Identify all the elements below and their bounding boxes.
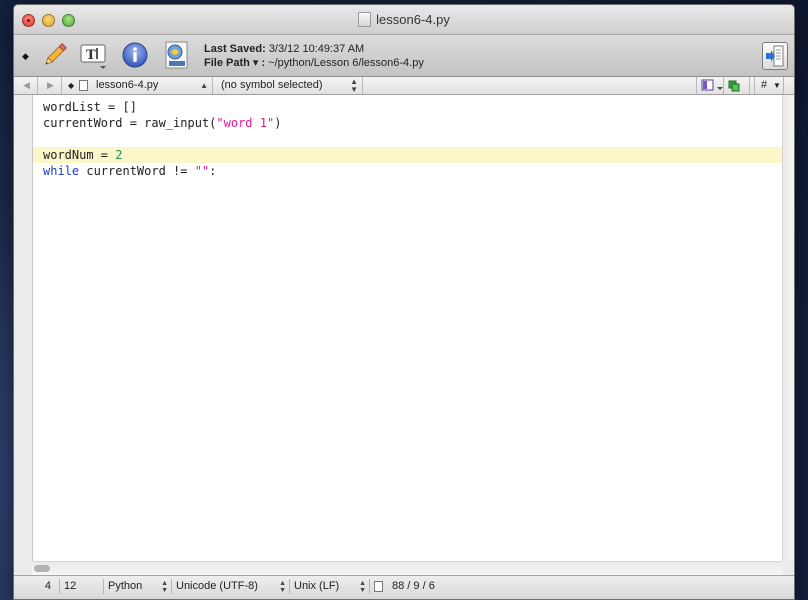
document-stats[interactable]: 88 / 9 / 6 (370, 579, 454, 594)
file-path-value: ~/python/Lesson 6/lesson6-4.py (268, 57, 424, 69)
horizontal-scrollbar[interactable] (32, 561, 782, 575)
status-bar: 4 12 Python ▲ ▼ Unicode (UTF-8) ▲ ▼ Unix (… (14, 575, 794, 599)
title-bar[interactable]: lesson6-4.py (14, 5, 794, 35)
code-line[interactable]: while currentWord != "": (43, 163, 783, 179)
bookmark-icon (701, 79, 723, 91)
save-info-panel: Last Saved: 3/3/12 10:49:37 AM File Path… (204, 42, 424, 70)
string-literal: "" (194, 164, 210, 178)
toolbar: ◆ T Last Saved: 3/3/12 10:49:37 AM File … (14, 35, 794, 77)
code-token: : (209, 164, 217, 178)
language-label: Python (108, 580, 143, 592)
sidebar-toggle-button[interactable] (762, 42, 788, 70)
editor-gutter (14, 95, 32, 561)
updown-arrows-icon: ▲ ▼ (359, 580, 366, 594)
updown-arrows-icon: ▲ ▼ (161, 580, 168, 594)
last-saved-label: Last Saved: (204, 43, 266, 55)
line-value: 4 (44, 580, 51, 592)
document-modified-diamond-icon: ◆ (22, 51, 29, 61)
file-path-label[interactable]: File Path ▾ : (204, 57, 265, 69)
line-number-menu[interactable]: # ▼ (754, 77, 784, 94)
nav-back-button[interactable]: ◀ (14, 77, 38, 94)
navigation-bar: ◀ ▶ ◆ lesson6-4.py ▲ (no symbol selected… (14, 77, 794, 95)
code-token: wordNum = (43, 148, 116, 162)
vertical-scrollbar[interactable] (782, 95, 794, 561)
current-code-line[interactable]: wordNum = 2 (33, 147, 783, 163)
code-line[interactable]: wordList = [] (43, 99, 783, 115)
text-options-icon[interactable]: T (78, 40, 108, 70)
hash-label: # (761, 79, 768, 91)
code-editor[interactable]: wordList = [] currentWord = raw_input("w… (32, 95, 783, 561)
keyword: while (43, 164, 80, 178)
column-value: 12 (64, 580, 77, 592)
code-token: currentWord != (79, 164, 195, 178)
file-icon (79, 80, 88, 91)
svg-text:T: T (86, 48, 96, 63)
string-literal: "word 1" (216, 116, 275, 130)
file-modified-diamond-icon: ◆ (68, 81, 75, 90)
encoding-label: Unicode (UTF-8) (176, 580, 258, 592)
file-selector-menu[interactable]: ◆ lesson6-4.py ▲ (62, 77, 213, 94)
last-saved-value: 3/3/12 10:49:37 AM (268, 43, 365, 55)
counterpart-menu[interactable] (724, 77, 750, 94)
document-stats-icon (374, 581, 383, 592)
window-title: lesson6-4.py (376, 12, 450, 27)
code-line[interactable] (43, 131, 783, 147)
code-token: currentWord = raw_input( (43, 116, 217, 130)
editor-window: lesson6-4.py ◆ T Last Saved: 3/3/12 10:4… (13, 4, 795, 600)
dropdown-arrow-icon: ▼ (773, 81, 781, 90)
line-endings-menu[interactable]: Unix (LF) ▲ ▼ (290, 579, 370, 594)
updown-arrows-icon: ▲ ▼ (279, 580, 286, 594)
encoding-menu[interactable]: Unicode (UTF-8) ▲ ▼ (172, 579, 290, 594)
line-endings-label: Unix (LF) (294, 580, 340, 592)
number-literal: 2 (115, 148, 123, 162)
python-document-icon[interactable] (161, 40, 191, 70)
document-stats-value: 88 / 9 / 6 (392, 580, 435, 592)
code-token: ) (274, 116, 282, 130)
language-menu[interactable]: Python ▲ ▼ (104, 579, 172, 594)
file-selector-label: lesson6-4.py (96, 79, 159, 91)
window-title-area: lesson6-4.py (14, 12, 794, 27)
back-arrow-icon: ◀ (23, 80, 30, 90)
symbol-selector-label: (no symbol selected) (221, 79, 323, 91)
column-indicator: 12 (60, 579, 104, 594)
counterpart-icon (728, 80, 740, 92)
updown-arrows-icon: ▲ ▼ (350, 77, 358, 94)
info-icon[interactable] (120, 40, 150, 70)
updown-arrows-icon: ▲ (200, 81, 208, 90)
code-token: wordList = [] (43, 100, 137, 114)
symbol-selector-menu[interactable]: (no symbol selected) ▲ ▼ (213, 77, 363, 94)
pencil-icon[interactable] (40, 40, 70, 70)
nav-forward-button[interactable]: ▶ (38, 77, 62, 94)
bookmark-menu[interactable] (696, 77, 724, 94)
document-proxy-icon[interactable] (358, 12, 372, 27)
code-line[interactable]: currentWord = raw_input("word 1") (43, 115, 783, 131)
forward-arrow-icon: ▶ (47, 80, 54, 90)
code-text[interactable]: wordList = [] currentWord = raw_input("w… (33, 99, 783, 179)
sidebar-toggle-icon (766, 45, 784, 67)
horizontal-scroll-thumb[interactable] (34, 565, 50, 572)
line-indicator: 4 (14, 579, 60, 594)
